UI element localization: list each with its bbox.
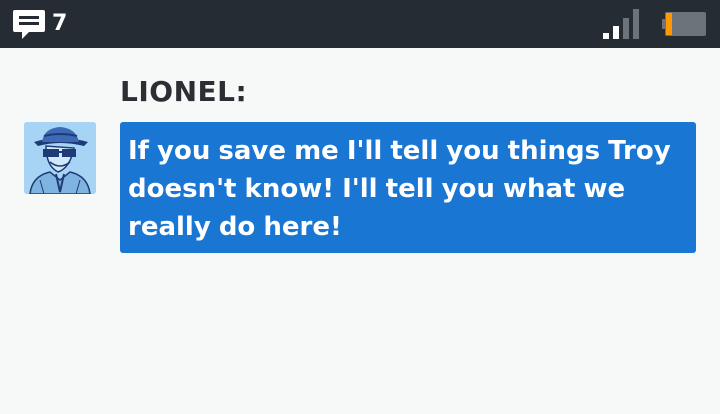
status-bar: 7 — [0, 0, 720, 48]
battery-low-icon — [662, 12, 706, 36]
chat-bubble-icon[interactable] — [12, 8, 46, 42]
sender-avatar[interactable] — [24, 122, 96, 194]
sender-name: LIONEL: — [120, 75, 248, 108]
man-with-hat-and-glasses-icon — [24, 122, 96, 194]
message-text: If you save me I'll tell you things Troy… — [128, 136, 671, 242]
message-bubble[interactable]: If you save me I'll tell you things Troy… — [120, 122, 696, 253]
message-count: 7 — [52, 11, 68, 36]
signal-strength-icon — [603, 9, 639, 39]
